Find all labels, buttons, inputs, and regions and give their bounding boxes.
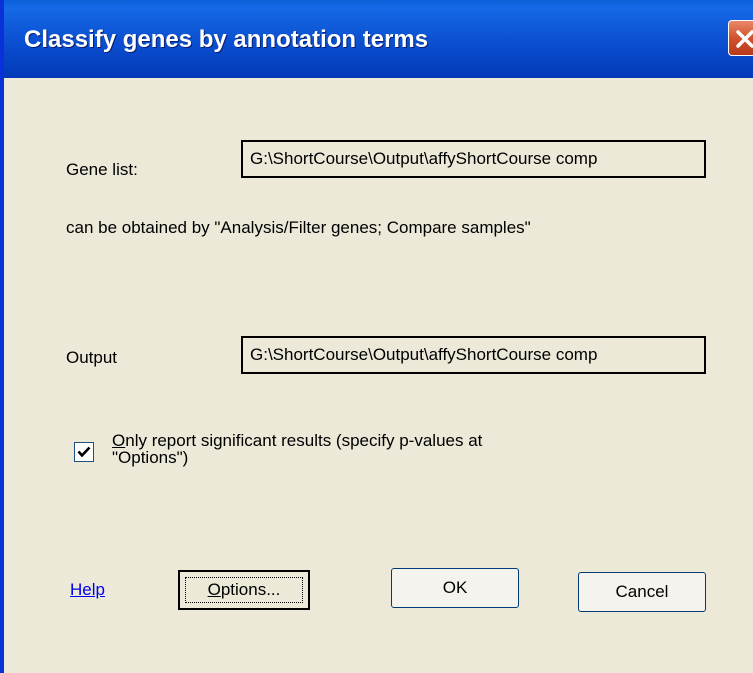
dialog-body: Gene list: G:\ShortCourse\Output\affySho… <box>8 78 753 673</box>
dialog-window: Classify genes by annotation terms Gene … <box>0 0 753 673</box>
window-title: Classify genes by annotation terms <box>24 26 429 53</box>
focus-rectangle <box>185 577 303 603</box>
title-bar[interactable]: Classify genes by annotation terms <box>4 0 753 78</box>
significant-results-label[interactable]: Only report significant results (specify… <box>112 432 612 466</box>
output-field[interactable]: G:\ShortCourse\Output\affyShortCourse co… <box>241 336 706 374</box>
help-link[interactable]: Help <box>70 580 105 600</box>
check-icon <box>77 446 91 458</box>
significant-results-checkbox[interactable] <box>74 442 94 462</box>
gene-list-field[interactable]: G:\ShortCourse\Output\affyShortCourse co… <box>241 140 706 178</box>
options-button[interactable]: Options... <box>178 570 310 610</box>
close-icon <box>736 30 753 48</box>
ok-button[interactable]: OK <box>391 568 519 608</box>
close-button[interactable] <box>728 20 753 56</box>
cancel-button[interactable]: Cancel <box>578 572 706 612</box>
output-label: Output <box>66 348 118 367</box>
checkbox-label-line2: "Options") <box>112 448 189 467</box>
gene-list-label: Gene list: <box>66 160 138 179</box>
gene-list-hint: can be obtained by "Analysis/Filter gene… <box>66 218 531 237</box>
